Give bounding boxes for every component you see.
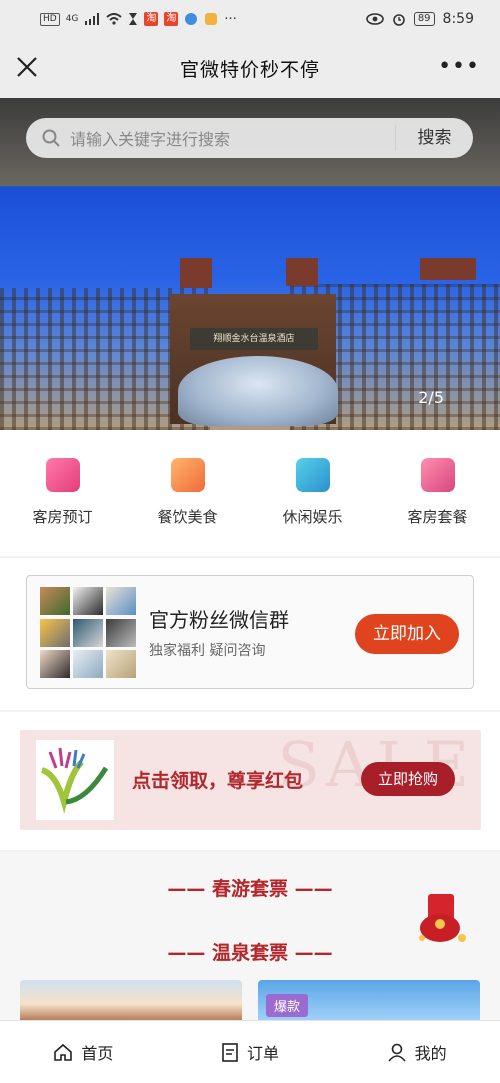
section-title-hotspring[interactable]: —— 温泉套票 ——: [0, 938, 500, 965]
coupon-section: SALE 点击领取，尊享红包 立即抢购: [0, 712, 500, 850]
taobao-app-icon-2: 淘: [164, 12, 179, 26]
hotel-sign: 翔顺金水台温泉酒店: [190, 328, 318, 350]
nav-mine[interactable]: 我的: [333, 1021, 500, 1083]
avatar: [73, 650, 103, 679]
wifi-icon: [106, 13, 123, 25]
hotel-roof-far-right: [420, 258, 476, 280]
hotel-roof-right: [286, 258, 318, 286]
brand-logo-icon: [40, 747, 109, 814]
coupon-banner[interactable]: SALE 点击领取，尊享红包 立即抢购: [20, 730, 481, 830]
alarm-icon: [393, 14, 405, 26]
more-notifications: ···: [224, 11, 237, 27]
nav-label: 我的: [414, 1044, 447, 1063]
package-icon: [420, 458, 455, 492]
signal-icon: [85, 13, 100, 25]
fan-group-subtitle: 独家福利 疑问咨询: [149, 643, 266, 659]
avatar: [40, 650, 70, 679]
ticket-section: —— 春游套票 —— —— 温泉套票 —— 爆款: [0, 852, 500, 1020]
search-bar[interactable]: 请输入关键字进行搜索 搜索: [26, 118, 473, 158]
home-icon: [54, 1043, 73, 1061]
avatar: [73, 587, 103, 615]
app-icon: [205, 13, 218, 25]
search-input[interactable]: 请输入关键字进行搜索: [70, 126, 395, 150]
ticket-thumbnail[interactable]: [20, 980, 242, 1020]
music-app-icon: [185, 13, 198, 25]
member-avatars: [40, 587, 136, 679]
avatar: [73, 618, 103, 647]
close-icon[interactable]: [14, 54, 40, 80]
page-title: 官微特价秒不停: [179, 58, 320, 81]
avatar: [40, 618, 70, 647]
hot-badge: 爆款: [266, 994, 309, 1017]
avatar: [40, 587, 70, 615]
hero-banner[interactable]: 请输入关键字进行搜索 搜索 翔顺金水台温泉酒店 2/5: [0, 98, 500, 430]
coupon-text: 点击领取，尊享红包: [132, 770, 304, 792]
category-label: 餐饮美食: [157, 508, 218, 526]
nav-label: 首页: [81, 1044, 114, 1063]
fan-group-section: 官方粉丝微信群 独家福利 疑问咨询 立即加入: [0, 558, 500, 710]
search-button[interactable]: 搜索: [395, 125, 473, 151]
taobao-app-icon: 淘: [144, 12, 159, 26]
fan-group-card[interactable]: 官方粉丝微信群 独家福利 疑问咨询 立即加入: [26, 575, 474, 689]
status-bar: HD 4G 淘 淘 ··· 89 8:59: [0, 0, 500, 38]
title-bar: 官微特价秒不停 •••: [0, 38, 500, 98]
carousel-pager: 2/5: [418, 388, 444, 407]
category-label: 客房预订: [32, 508, 93, 526]
clock: 8:59: [442, 11, 474, 27]
hotel-roof-left: [180, 258, 212, 288]
category-room-package[interactable]: 客房套餐: [375, 430, 500, 556]
avatar: [106, 618, 136, 647]
eye-icon: [366, 13, 384, 25]
food-icon: [170, 458, 205, 492]
hotel-logo: [36, 740, 114, 820]
page: HD 4G 淘 淘 ··· 89 8:59 官微特价秒不停 ••• 请输入关键字…: [0, 0, 500, 1083]
category-leisure[interactable]: 休闲娱乐: [250, 430, 375, 556]
nav-label: 订单: [247, 1044, 280, 1063]
order-icon: [222, 1043, 238, 1062]
category-label: 休闲娱乐: [282, 508, 343, 526]
bottom-nav: 首页 订单 我的: [0, 1020, 500, 1083]
battery-level: 89: [413, 12, 435, 26]
category-dining[interactable]: 餐饮美食: [125, 430, 250, 556]
ticket-thumbnail-hot[interactable]: 爆款: [258, 980, 480, 1020]
category-room-booking[interactable]: 客房预订: [0, 430, 125, 556]
more-menu-button[interactable]: •••: [438, 56, 480, 78]
join-button[interactable]: 立即加入: [355, 614, 459, 654]
nav-orders[interactable]: 订单: [167, 1021, 334, 1083]
room-icon: [45, 458, 80, 492]
category-label: 客房套餐: [407, 508, 468, 526]
user-icon: [388, 1043, 406, 1062]
hd-badge: HD: [40, 12, 60, 26]
category-menu: 客房预订 餐饮美食 休闲娱乐 客房套餐: [0, 430, 500, 556]
avatar: [106, 650, 136, 679]
fan-group-title: 官方粉丝微信群: [149, 608, 289, 632]
nav-home[interactable]: 首页: [0, 1021, 167, 1083]
lotus-sculpture: [178, 356, 338, 426]
leisure-icon: [295, 458, 330, 492]
grab-now-button[interactable]: 立即抢购: [361, 762, 455, 796]
network-label: 4G: [65, 14, 79, 24]
search-icon: [42, 129, 60, 147]
avatar: [106, 587, 136, 615]
hourglass-icon: [129, 13, 138, 25]
